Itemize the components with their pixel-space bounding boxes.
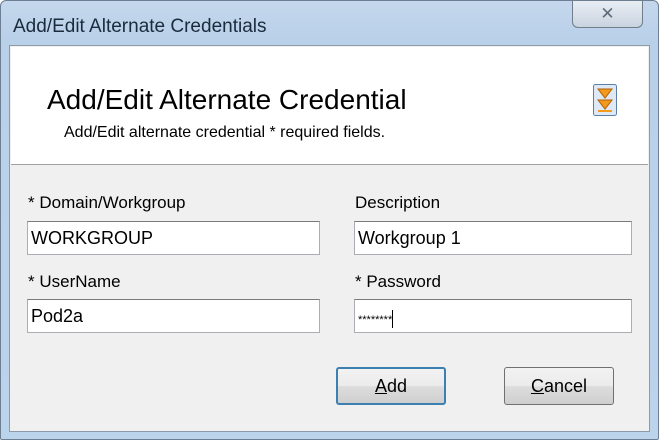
domain-input[interactable]: WORKGROUP xyxy=(27,221,320,255)
header-panel: Add/Edit Alternate Credential Add/Edit a… xyxy=(11,47,648,165)
password-value: ******** xyxy=(358,314,393,326)
cancel-button[interactable]: Cancel xyxy=(504,367,614,405)
window-title: Add/Edit Alternate Credentials xyxy=(13,16,267,37)
add-label-rest: dd xyxy=(386,376,408,396)
domain-label: * Domain/Workgroup xyxy=(28,193,186,212)
add-button[interactable]: Add xyxy=(336,367,446,405)
dialog-client-area: Add/Edit Alternate Credential Add/Edit a… xyxy=(9,45,650,432)
cancel-mnemonic: C xyxy=(530,376,544,396)
header-title: Add/Edit Alternate Credential xyxy=(47,84,407,115)
description-input[interactable]: Workgroup 1 xyxy=(354,221,632,255)
username-input[interactable]: Pod2a xyxy=(27,299,320,333)
dialog-window: Add/Edit Alternate Credentials ✕ Add/Edi… xyxy=(0,0,659,440)
username-label: * UserName xyxy=(28,272,121,291)
cancel-label-rest: ancel xyxy=(543,376,588,396)
description-label: Description xyxy=(355,193,441,212)
title-bar[interactable]: Add/Edit Alternate Credentials ✕ xyxy=(1,1,658,45)
text-caret xyxy=(392,310,394,328)
header-subtitle: Add/Edit alternate credential * required… xyxy=(64,124,386,141)
close-icon: ✕ xyxy=(600,4,615,24)
close-button[interactable]: ✕ xyxy=(572,1,643,28)
password-label: * Password xyxy=(355,272,441,291)
password-input[interactable]: ******** xyxy=(354,299,632,333)
add-mnemonic: A xyxy=(374,376,387,396)
double-arrow-collapse-icon[interactable] xyxy=(593,84,617,116)
